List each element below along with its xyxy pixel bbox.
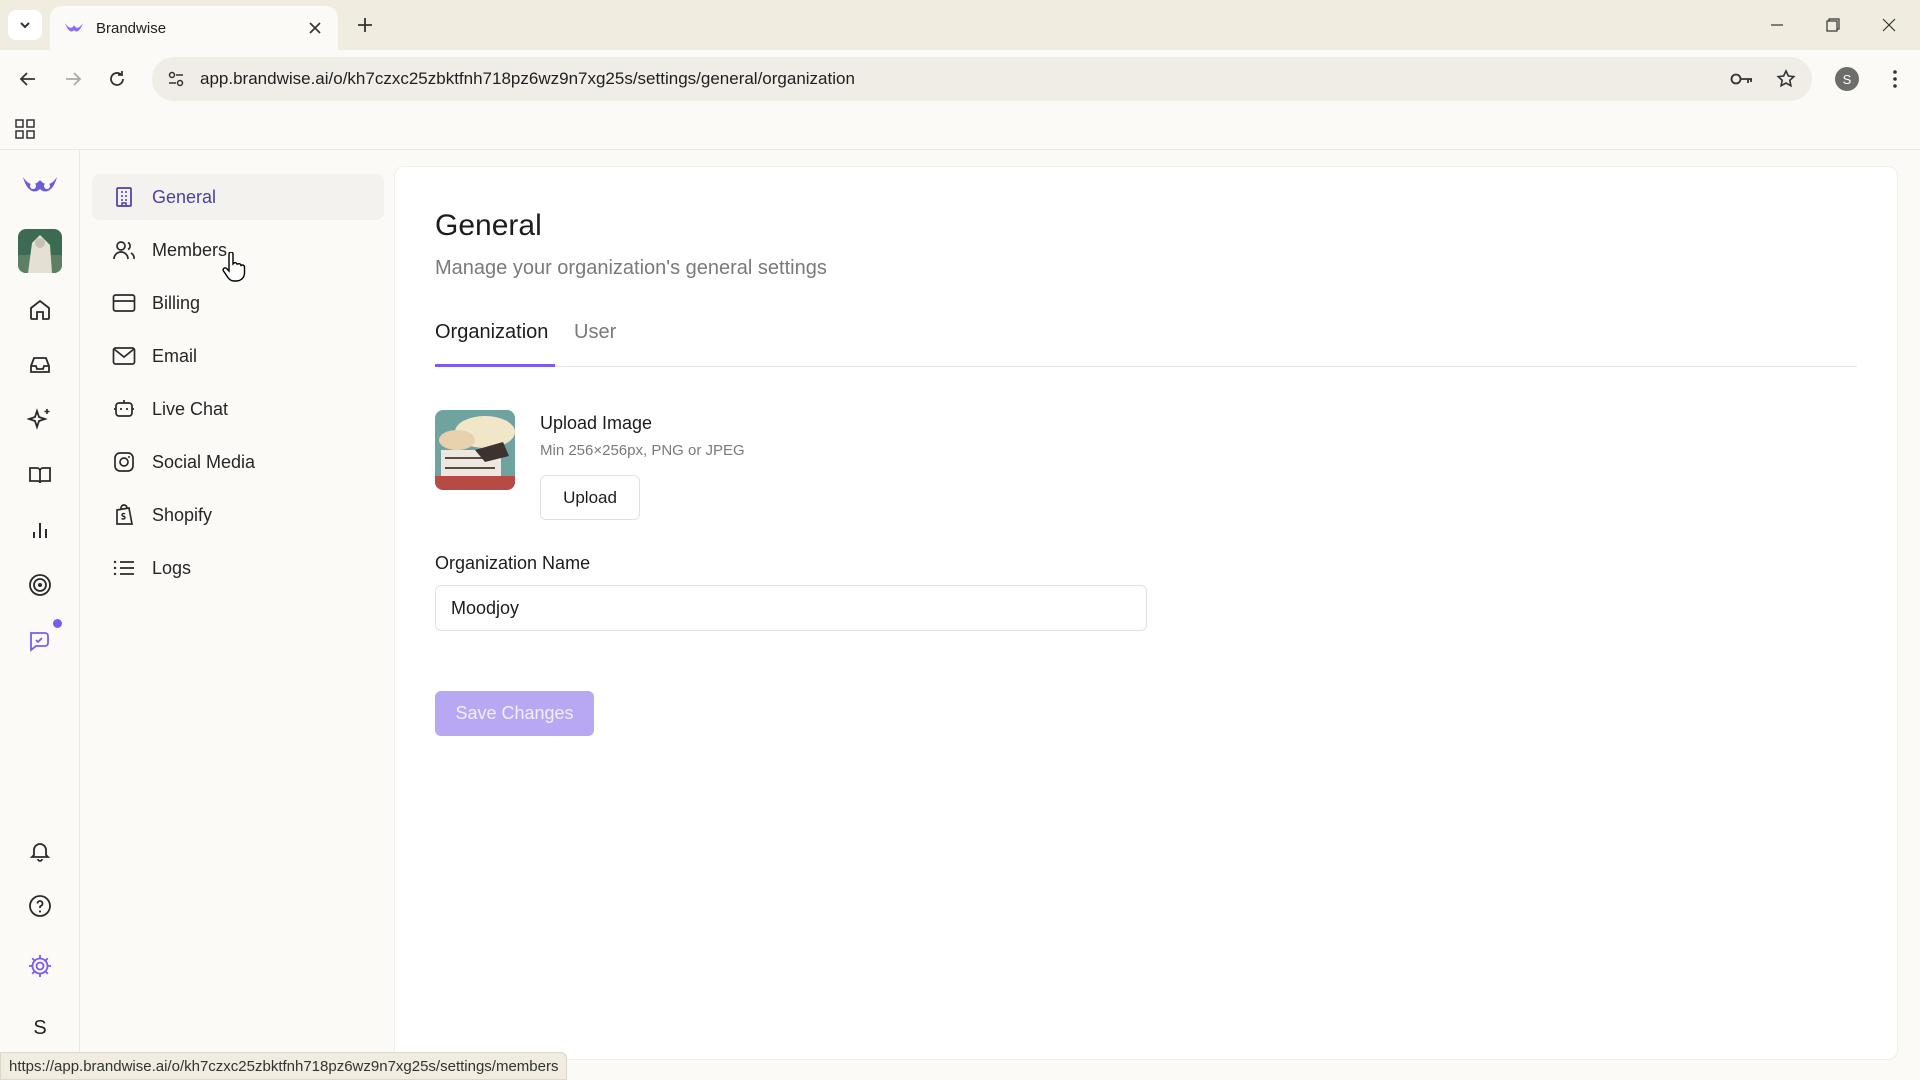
forward-button[interactable]: [55, 61, 91, 97]
settings-panel: General Manage your organization's gener…: [394, 166, 1898, 1060]
address-url[interactable]: app.brandwise.ai/o/kh7czxc25zbktfnh718pz…: [200, 69, 1724, 89]
chevron-down-icon: [20, 22, 30, 29]
restore-button[interactable]: [1806, 8, 1860, 42]
inbox-icon[interactable]: [20, 345, 60, 385]
home-icon[interactable]: [20, 290, 60, 330]
tab-user[interactable]: User: [574, 321, 624, 367]
list-icon: [112, 556, 136, 580]
building-icon: [112, 185, 136, 209]
browser-tab[interactable]: Brandwise: [50, 6, 338, 50]
tab-title: Brandwise: [96, 19, 167, 37]
user-initial-avatar[interactable]: S: [22, 1010, 58, 1046]
more-vertical-icon: [1893, 70, 1897, 88]
settings-tabs: Organization User: [435, 321, 1857, 367]
browser-tabbar: Brandwise: [0, 0, 1920, 50]
plus-icon: [358, 18, 372, 32]
target-icon[interactable]: [20, 565, 60, 605]
settings-nav-label: General: [152, 186, 217, 207]
minimize-icon: [1771, 24, 1783, 26]
browser-menu-button[interactable]: [1880, 63, 1910, 95]
address-bar[interactable]: app.brandwise.ai/o/kh7czxc25zbktfnh718pz…: [152, 57, 1812, 101]
sparkles-icon[interactable]: [20, 400, 60, 440]
workspace-avatar[interactable]: [18, 229, 62, 273]
settings-nav-email[interactable]: Email: [92, 333, 384, 379]
settings-nav-label: Members: [152, 239, 228, 260]
profile-avatar[interactable]: S: [1835, 67, 1859, 91]
organization-name-label: Organization Name: [435, 553, 591, 573]
settings-nav-billing[interactable]: Billing: [92, 280, 384, 326]
reload-icon: [110, 71, 124, 86]
settings-nav-logs[interactable]: Logs: [92, 545, 384, 591]
organization-name-input[interactable]: [435, 585, 1147, 631]
back-button[interactable]: [10, 61, 46, 97]
upload-button[interactable]: Upload: [540, 475, 640, 520]
settings-nav-social-media[interactable]: Social Media: [92, 439, 384, 485]
restore-icon: [1826, 18, 1840, 32]
bell-icon[interactable]: [20, 831, 60, 871]
bookmark-star-icon[interactable]: [1768, 61, 1804, 97]
password-key-icon[interactable]: [1724, 61, 1760, 97]
upload-image-title: Upload Image: [540, 413, 653, 433]
minimize-button[interactable]: [1750, 8, 1804, 42]
settings-nav: General Members Billing Email Live Chat …: [80, 150, 394, 1080]
instagram-icon: [112, 450, 136, 474]
arrow-right-icon: [66, 72, 82, 86]
status-url-preview: https://app.brandwise.ai/o/kh7czxc25zbkt…: [0, 1052, 568, 1080]
save-changes-button[interactable]: Save Changes: [435, 691, 594, 736]
settings-icon[interactable]: [20, 946, 60, 986]
shopify-icon: [112, 503, 136, 527]
arrow-left-icon: [19, 72, 35, 86]
settings-nav-label: Billing: [152, 292, 201, 313]
brandwise-favicon-icon: [65, 23, 83, 32]
app-icon-rail: S: [0, 150, 80, 1080]
new-tab-button[interactable]: [352, 12, 378, 38]
bar-chart-icon[interactable]: [20, 510, 60, 550]
tab-search-button[interactable]: [8, 10, 42, 40]
apps-grid-icon[interactable]: [12, 116, 38, 142]
site-info-icon[interactable]: [158, 61, 194, 97]
settings-nav-label: Shopify: [152, 504, 213, 525]
book-icon[interactable]: [20, 455, 60, 495]
tab-organization[interactable]: Organization: [435, 321, 555, 367]
settings-nav-general[interactable]: General: [92, 174, 384, 220]
tab-close-icon[interactable]: [306, 19, 324, 37]
settings-nav-shopify[interactable]: Shopify: [92, 492, 384, 538]
mail-icon: [112, 344, 136, 368]
credit-card-icon: [112, 291, 136, 315]
settings-nav-label: Logs: [152, 557, 192, 578]
users-icon: [112, 238, 136, 262]
settings-nav-live-chat[interactable]: Live Chat: [92, 386, 384, 432]
settings-nav-label: Social Media: [152, 451, 256, 472]
hand-cursor-icon: [222, 252, 246, 282]
notification-dot: [53, 619, 62, 628]
close-icon: [1882, 18, 1896, 32]
browser-toolbar: app.brandwise.ai/o/kh7czxc25zbktfnh718pz…: [0, 50, 1920, 108]
organization-image: [435, 410, 515, 490]
upload-image-hint: Min 256×256px, PNG or JPEG: [540, 442, 745, 459]
owl-logo-icon[interactable]: [20, 166, 60, 206]
help-icon[interactable]: [20, 886, 60, 926]
close-window-button[interactable]: [1862, 8, 1916, 42]
reload-button[interactable]: [99, 61, 135, 97]
settings-nav-label: Email: [152, 345, 198, 366]
bookmarks-bar: [0, 108, 1920, 150]
page-title: General: [435, 209, 542, 242]
bot-icon: [112, 397, 136, 421]
page-subtitle: Manage your organization's general setti…: [435, 257, 827, 279]
settings-nav-label: Live Chat: [152, 398, 229, 419]
